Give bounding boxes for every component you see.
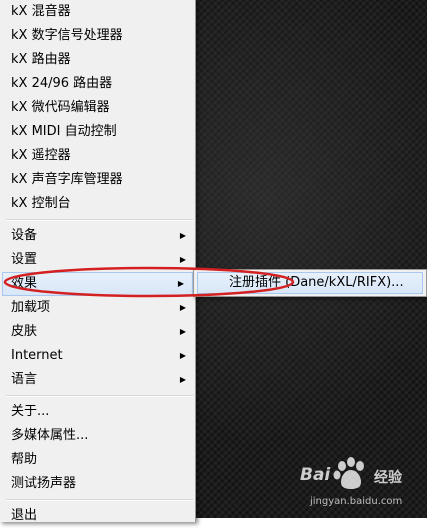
watermark-brand-cn: 经验 <box>374 470 402 486</box>
menu-separator <box>6 395 193 397</box>
menu-item-label: 设置 <box>11 252 38 267</box>
menu-item-addons[interactable]: 加载项 ▶ <box>0 296 195 320</box>
menu-item-settings[interactable]: 设置 ▶ <box>0 248 195 272</box>
submenu-arrow-icon: ▶ <box>179 375 186 384</box>
submenu-item-label: 注册插件 (Dane/kXL/RIFX)... <box>229 275 404 290</box>
submenu-arrow-icon: ▶ <box>179 231 186 240</box>
menu-item-effects[interactable]: 效果 ▶ <box>2 272 193 296</box>
menu-item-label: 关于... <box>11 404 50 419</box>
menu-item-label: kX 路由器 <box>11 52 71 67</box>
menu-item-kx-dsp[interactable]: kX 数字信号处理器 <box>0 24 195 48</box>
menu-item-label: 语言 <box>11 372 38 387</box>
menu-separator <box>6 219 193 221</box>
menu-item-label: kX 声音字库管理器 <box>11 172 123 187</box>
submenu-arrow-icon: ▶ <box>179 351 186 360</box>
menu-item-label: kX 24/96 路由器 <box>11 76 113 91</box>
menu-separator <box>6 499 193 501</box>
menu-item-label: kX 混音器 <box>11 4 71 19</box>
menu-item-label: 测试扬声器 <box>11 476 77 491</box>
menu-item-language[interactable]: 语言 ▶ <box>0 368 195 392</box>
menu-item-kx-2496-router[interactable]: kX 24/96 路由器 <box>0 72 195 96</box>
submenu-arrow-icon: ▶ <box>177 279 184 288</box>
kx-context-menu: kX 混音器 kX 数字信号处理器 kX 路由器 kX 24/96 路由器 kX… <box>0 0 196 523</box>
watermark-brand-latin: Bai <box>300 465 331 485</box>
submenu-arrow-icon: ▶ <box>179 327 186 336</box>
menu-item-test-speakers[interactable]: 测试扬声器 <box>0 472 195 496</box>
menu-item-label: 效果 <box>11 276 38 291</box>
menu-item-exit[interactable]: 退出 <box>0 504 195 528</box>
menu-item-kx-console[interactable]: kX 控制台 <box>0 192 195 216</box>
menu-item-multimedia-properties[interactable]: 多媒体属性... <box>0 424 195 448</box>
effects-submenu: 注册插件 (Dane/kXL/RIFX)... <box>193 269 427 297</box>
menu-item-label: kX MIDI 自动控制 <box>11 124 117 139</box>
menu-item-label: 设备 <box>11 228 38 243</box>
submenu-arrow-icon: ▶ <box>179 255 186 264</box>
menu-item-label: kX 遥控器 <box>11 148 71 163</box>
menu-item-kx-remote[interactable]: kX 遥控器 <box>0 144 195 168</box>
menu-item-skins[interactable]: 皮肤 ▶ <box>0 320 195 344</box>
menu-item-label: kX 控制台 <box>11 196 71 211</box>
menu-item-kx-midi-automation[interactable]: kX MIDI 自动控制 <box>0 120 195 144</box>
menu-item-label: kX 数字信号处理器 <box>11 28 123 43</box>
menu-item-help[interactable]: 帮助 <box>0 448 195 472</box>
menu-item-label: Internet <box>11 348 63 363</box>
menu-item-label: 帮助 <box>11 452 38 467</box>
menu-item-kx-microcode-editor[interactable]: kX 微代码编辑器 <box>0 96 195 120</box>
submenu-arrow-icon: ▶ <box>179 303 186 312</box>
submenu-item-register-plugin[interactable]: 注册插件 (Dane/kXL/RIFX)... <box>197 272 423 294</box>
menu-item-devices[interactable]: 设备 ▶ <box>0 224 195 248</box>
menu-item-label: 退出 <box>11 508 38 523</box>
baidu-jingyan-watermark: Bai 经验 jingyan.baidu.com <box>296 455 424 515</box>
watermark-url: jingyan.baidu.com <box>310 496 403 507</box>
menu-item-label: 多媒体属性... <box>11 428 89 443</box>
menu-item-label: kX 微代码编辑器 <box>11 100 110 115</box>
menu-item-label: 皮肤 <box>11 324 38 339</box>
menu-item-label: 加载项 <box>11 300 51 315</box>
baidu-paw-icon <box>333 457 364 489</box>
menu-item-internet[interactable]: Internet ▶ <box>0 344 195 368</box>
menu-item-kx-mixer[interactable]: kX 混音器 <box>0 0 195 24</box>
menu-item-about[interactable]: 关于... <box>0 400 195 424</box>
menu-item-kx-soundfont-manager[interactable]: kX 声音字库管理器 <box>0 168 195 192</box>
menu-item-kx-router[interactable]: kX 路由器 <box>0 48 195 72</box>
